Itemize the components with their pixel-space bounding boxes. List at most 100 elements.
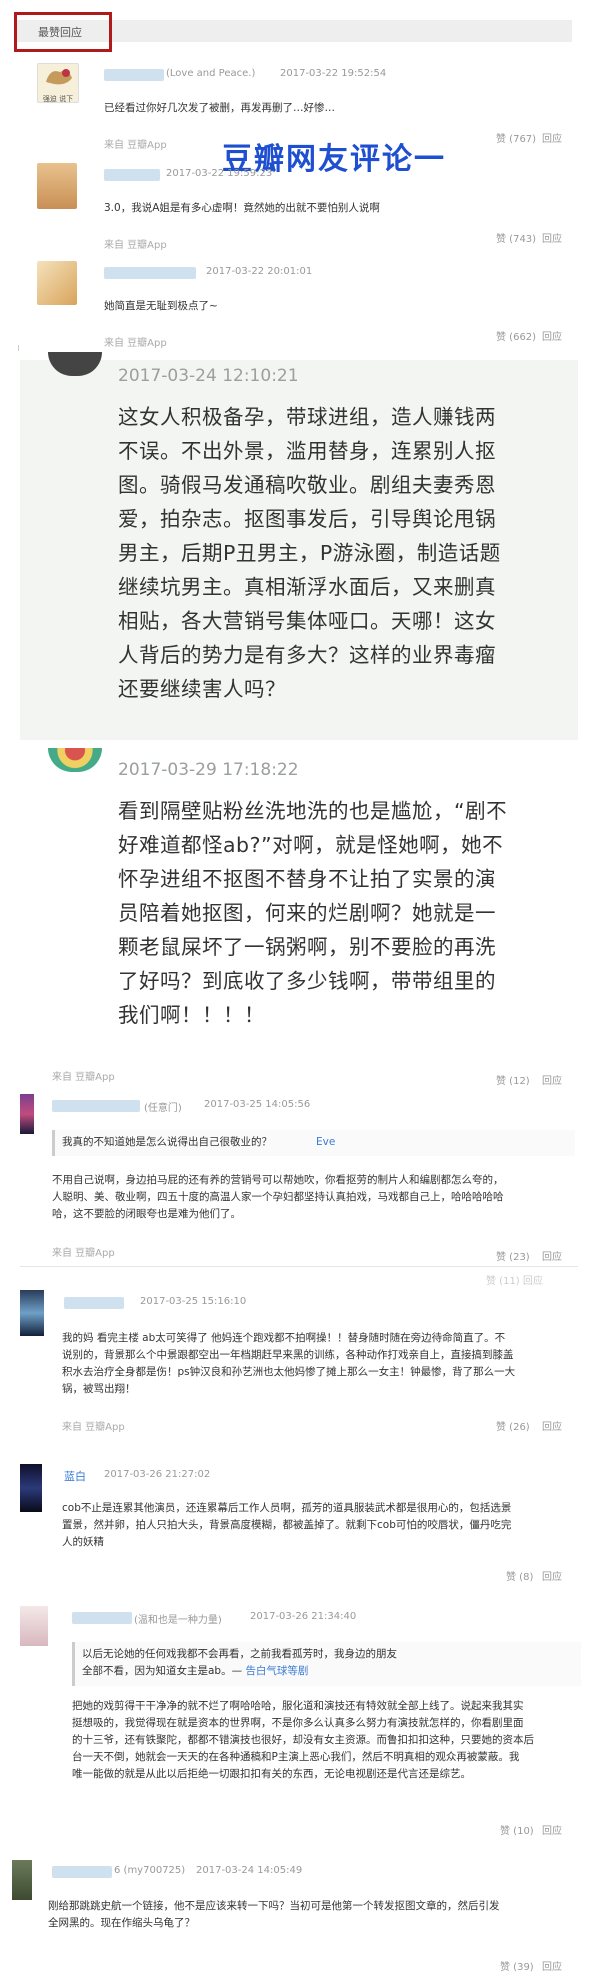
like-button[interactable]: 赞 (26)	[496, 1418, 530, 1433]
comment-time: 2017-03-25 14:05:56	[204, 1099, 311, 1110]
quote-line: 以后无论她的任何戏我都不会再看，之前我看孤芳时，我身边的朋友	[82, 1648, 397, 1660]
comment-text: 3.0，我说A姐是有多心虚啊！竟然她的出就不要怕别人说啊	[104, 202, 380, 214]
comment-body: 刚给那跳跳史航一个链接，他不是应该来转一下吗？当初可是他第一个转发抠图文章的，然…	[48, 1898, 578, 1932]
post-body: 看到隔壁贴粉丝洗地洗的也是尴尬，“剧不 好难道都怪ab?”对啊，就是怪她啊，她不…	[118, 794, 578, 1032]
username-blurred[interactable]	[52, 1100, 140, 1112]
comment-time: 2017-03-22 19:52:54	[280, 68, 387, 79]
post-line: 好难道都怪ab?”对啊，就是怪她啊，她不	[118, 833, 504, 857]
comment-line: cob不止是连累其他演员，还连累幕后工作人员啊，孤芳的道具服装武术都是很用心的，…	[62, 1502, 512, 1514]
comment-line: 置景，然并卵，拍人只拍大头，背景高度模糊，都被盖掉了。就剩下cob可怕的咬唇状，…	[62, 1519, 512, 1531]
post-time: 2017-03-24 12:10:21	[118, 366, 299, 386]
like-button-partial[interactable]: 赞 (11) 回应	[486, 1272, 543, 1287]
divider	[18, 345, 19, 351]
comment-body: 我的妈 看完主楼 ab太可笑得了 他妈连个跑戏都不拍啊操！！替身随时随在旁边待命…	[62, 1330, 582, 1398]
avatar[interactable]	[20, 1094, 34, 1134]
post-line: 爱，拍杂志。抠图事发后，引导舆论甩锅	[118, 507, 496, 531]
post-line: 还要继续害人吗？	[118, 677, 286, 701]
like-button[interactable]: 赞 (39)	[500, 1958, 534, 1973]
avatar[interactable]	[37, 163, 77, 209]
reply-button[interactable]: 回应	[542, 1822, 562, 1837]
username-blurred[interactable]	[104, 169, 160, 181]
quote-line-text: 全部不看，因为知道女主是ab。—	[82, 1665, 246, 1677]
reply-button[interactable]: 回应	[542, 130, 562, 145]
comment-line: 挺想吸的，我觉得现在就是资本的世界啊，不是你多么认真多么努力有演技就怎样的，你看…	[72, 1717, 524, 1729]
username-blurred[interactable]	[104, 69, 164, 81]
username-blurred[interactable]	[104, 267, 196, 279]
quote-user-link[interactable]: Eve	[316, 1134, 335, 1151]
post-body: 这女人积极备孕，带球进组，造人赚钱两 不误。不出外景，滥用替身，连累别人抠 图。…	[118, 400, 578, 706]
like-button[interactable]: 赞 (767)	[496, 130, 536, 145]
comment-source: 来自 豆瓣App	[104, 140, 167, 151]
avatar[interactable]	[48, 748, 102, 772]
username-suffix[interactable]: (Love and Peace.)	[166, 68, 255, 79]
quote-user-link[interactable]: 告白气球等剧	[245, 1665, 308, 1677]
comment-source: 来自 豆瓣App	[52, 1248, 115, 1259]
comment-line: 锅，被骂出翔！	[62, 1383, 136, 1395]
post-line: 我们啊！！！！	[118, 1003, 265, 1027]
avatar[interactable]	[20, 1290, 44, 1336]
quote-text: 我真的不知道她是怎么说得出自己很敬业的？	[62, 1136, 272, 1148]
like-button[interactable]: 赞 (8)	[506, 1568, 533, 1583]
avatar-caption: 强迫 说下	[42, 95, 74, 103]
username-suffix[interactable]: (任意门)	[144, 1099, 182, 1114]
reply-button[interactable]: 回应	[542, 328, 562, 343]
comment-source: 来自 豆瓣App	[52, 1072, 115, 1083]
username-blurred[interactable]	[52, 1866, 112, 1878]
comment-line: 全网黑的。现在作缩头乌龟了？	[48, 1917, 195, 1929]
comment-line: 刚给那跳跳史航一个链接，他不是应该来转一下吗？当初可是他第一个转发抠图文章的，然…	[48, 1900, 500, 1912]
comment-body: 不用自己说啊，身边拍马屁的还有养的营销号可以帮她吹，你看抠劳的制片人和编剧都怎么…	[52, 1172, 504, 1223]
comment-time: 2017-03-25 15:16:10	[140, 1296, 247, 1307]
comment-source: 来自 豆瓣App	[62, 1422, 125, 1433]
post-time: 2017-03-29 17:18:22	[118, 760, 299, 780]
reply-button[interactable]: 回应	[542, 1248, 562, 1263]
quote-body: 以后无论她的任何戏我都不会再看，之前我看孤芳时，我身边的朋友 全部不看，因为知道…	[82, 1646, 397, 1680]
comment-time: 2017-03-26 21:27:02	[104, 1469, 211, 1480]
like-button[interactable]: 赞 (10)	[500, 1822, 534, 1837]
quote-line: 全部不看，因为知道女主是ab。— 告白气球等剧	[82, 1663, 397, 1680]
comment-line: 人聪明、美、敬业啊，四五十度的高温人家一个孕妇都坚持认真拍戏，马戏都自己上，哈哈…	[52, 1191, 504, 1203]
avatar[interactable]	[20, 1464, 42, 1512]
post-line: 相贴，各大营销号集体哑口。天哪！这女	[118, 609, 496, 633]
comment-line: 我的妈 看完主楼 ab太可笑得了 他妈连个跑戏都不拍啊操！！替身随时随在旁边待命…	[62, 1332, 506, 1344]
comment-line: 人的妖精	[62, 1536, 104, 1548]
post-line: 看到隔壁贴粉丝洗地洗的也是尴尬，“剧不	[118, 799, 508, 823]
comment-source: 来自 豆瓣App	[104, 240, 167, 251]
username-blurred[interactable]	[72, 1612, 132, 1624]
post-line: 图。骑假马发通稿吹敬业。剧组夫妻秀恩	[118, 473, 496, 497]
like-button[interactable]: 赞 (743)	[496, 230, 536, 245]
post-line: 怀孕进组不抠图不替身不让拍了实景的演	[118, 867, 496, 891]
post-line: 继续坑男主。真相渐浮水面后，又来删真	[118, 575, 496, 599]
divider	[20, 1266, 578, 1267]
comment-text: 已经看过你好几次发了被删，再发再删了…好惨…	[104, 102, 335, 114]
like-button[interactable]: 赞 (662)	[496, 328, 536, 343]
post-line: 这女人积极备孕，带球进组，造人赚钱两	[118, 405, 496, 429]
username-blurred[interactable]	[64, 1297, 124, 1309]
reply-button[interactable]: 回应	[542, 1418, 562, 1433]
reply-button[interactable]: 回应	[542, 230, 562, 245]
comment-line: 说别的，背景那么个中景跟都空出一年档期赶早来黑的训练，各种动作打戏亲自上，直接搞…	[62, 1349, 514, 1361]
reply-button[interactable]: 回应	[542, 1072, 562, 1087]
avatar[interactable]	[12, 1860, 32, 1900]
like-button[interactable]: 赞 (12)	[496, 1072, 530, 1087]
comment-line: 积水去治疗全身都是伤！ps钟汉良和孙艺洲也太他妈惨了摊上那么一女主！钟最惨，背了…	[62, 1366, 516, 1378]
comment-line: 的十三爷，还有铁聚陀，都都不错演技也很好，却没有女主资源。而鲁扣扣扣这种，只要她…	[72, 1734, 534, 1746]
comment-source: 来自 豆瓣App	[104, 338, 167, 349]
comment-body: 把她的戏剪得干干净净的就不烂了啊哈哈哈，服化道和演技还有特效就全部上线了。说起来…	[72, 1698, 584, 1783]
avatar[interactable]: 强迫 说下	[37, 63, 79, 103]
comment-body: cob不止是连累其他演员，还连累幕后工作人员啊，孤芳的道具服装武术都是很用心的，…	[62, 1500, 582, 1551]
username[interactable]: 蓝白	[64, 1468, 86, 1484]
reply-button[interactable]: 回应	[542, 1958, 562, 1973]
comment-line: 台一天不倒，她就会一天天的在各种通稿和P主演上恶心我们，然后不明真相的观众再被蒙…	[72, 1751, 520, 1763]
username-suffix[interactable]: (温和也是一种力量)	[134, 1611, 222, 1626]
hand-icon	[46, 69, 72, 85]
avatar[interactable]	[20, 1606, 48, 1646]
reply-button[interactable]: 回应	[542, 1568, 562, 1583]
username-suffix[interactable]: 6 (my700725)	[114, 1865, 185, 1876]
avatar[interactable]	[37, 261, 77, 305]
post-line: 员陪着她抠图，何来的烂剧啊？她就是一	[118, 901, 496, 925]
comment-line: 哈，这不要脸的闭眼夸也是难为他们了。	[52, 1208, 241, 1220]
post-line: 人背后的势力是有多大？这样的业界毒瘤	[118, 643, 496, 667]
like-button[interactable]: 赞 (23)	[496, 1248, 530, 1263]
comment-line: 把她的戏剪得干干净净的就不烂了啊哈哈哈，服化道和演技还有特效就全部上线了。说起来…	[72, 1700, 524, 1712]
comment-time: 2017-03-22 19:59:23	[166, 168, 273, 179]
